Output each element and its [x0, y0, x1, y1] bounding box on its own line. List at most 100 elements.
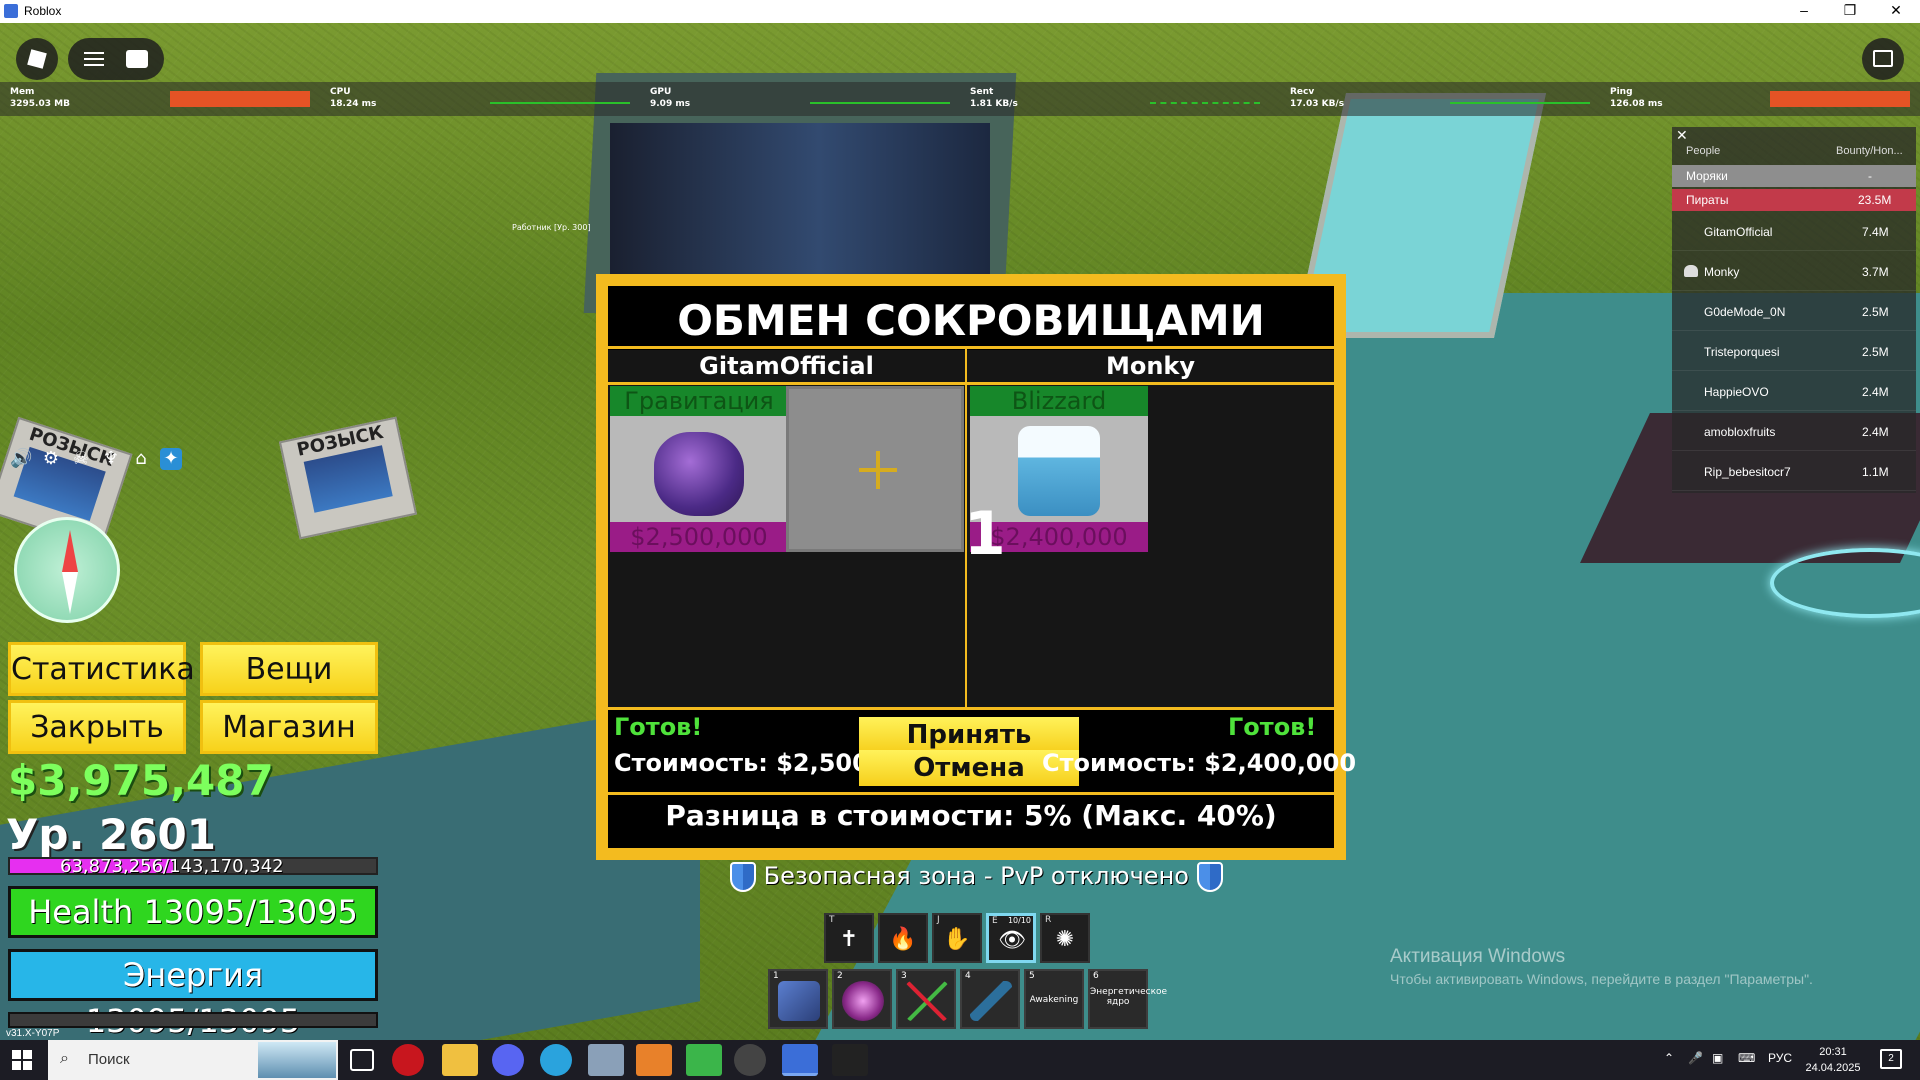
- windows-start-button[interactable]: [12, 1050, 32, 1070]
- divider: [608, 792, 1334, 795]
- hand-icon: ✋: [943, 927, 971, 952]
- version-label: v31.X-Y07P: [6, 1028, 60, 1039]
- close-button[interactable]: Закрыть: [8, 700, 186, 754]
- player-row[interactable]: HappieOVO 2.4M: [1672, 373, 1916, 411]
- network-icon[interactable]: ▣: [1712, 1051, 1723, 1065]
- player-list-header: People Bounty/Hon...: [1672, 142, 1916, 160]
- tray-chevron-icon[interactable]: ⌃: [1664, 1051, 1674, 1065]
- people-column: People: [1686, 145, 1721, 157]
- add-item-slot[interactable]: [786, 386, 964, 552]
- hamburger-icon[interactable]: [84, 52, 104, 66]
- mem-stat[interactable]: Mem 3295.03 MB: [10, 86, 70, 110]
- stats-button[interactable]: Статистика: [8, 642, 195, 696]
- app-icon[interactable]: [588, 1044, 624, 1076]
- health-bar: Health 13095/13095: [8, 886, 378, 938]
- skill-slot[interactable]: T ✝: [824, 913, 874, 963]
- taskbar-clock[interactable]: 20:31 24.04.2025: [1798, 1044, 1868, 1076]
- ping-bar: [1770, 91, 1910, 107]
- activation-text: Чтобы активировать Windows, перейдите в …: [1390, 971, 1813, 987]
- cpu-stat[interactable]: CPU 18.24 ms: [330, 86, 376, 110]
- swords-icon: [906, 981, 948, 1021]
- mem-bar: [170, 91, 310, 107]
- task-view-icon[interactable]: [350, 1049, 374, 1071]
- items-button[interactable]: Вещи: [200, 642, 378, 696]
- skill-slot[interactable]: J ✋: [932, 913, 982, 963]
- chat-icon[interactable]: [126, 50, 148, 68]
- clock-date: 24.04.2025: [1805, 1062, 1861, 1074]
- compass[interactable]: [14, 517, 120, 623]
- backpack-button[interactable]: [1862, 38, 1904, 80]
- sound-icon[interactable]: 🔊: [10, 448, 32, 470]
- level-display: Ур. 2601: [6, 810, 216, 859]
- roblox-menu-button[interactable]: [16, 38, 58, 80]
- player-row[interactable]: Monky 3.7M: [1672, 253, 1916, 291]
- recv-graph: [1450, 102, 1590, 104]
- steam-icon[interactable]: [734, 1044, 766, 1076]
- skill-slot-active[interactable]: E 10/10 👁: [986, 913, 1036, 963]
- hotbar-slot[interactable]: 4: [960, 969, 1020, 1029]
- roblox-studio-icon[interactable]: [832, 1044, 868, 1076]
- npc-name-tag: Работник [Ур. 300]: [512, 223, 591, 232]
- close-window-button[interactable]: ✕: [1873, 0, 1919, 23]
- opera-icon[interactable]: [392, 1044, 424, 1076]
- roblox-taskbar-icon[interactable]: [782, 1044, 818, 1076]
- hotbar-slot[interactable]: 3: [896, 969, 956, 1029]
- hotbar-slot[interactable]: 1: [768, 969, 828, 1029]
- friend-icon: [1684, 265, 1698, 277]
- player-row[interactable]: GitamOfficial 7.4M: [1672, 213, 1916, 251]
- crew-icon[interactable]: ☠: [70, 448, 92, 470]
- item-price: $2,500,000: [610, 522, 788, 552]
- accept-button[interactable]: Принять: [859, 717, 1079, 753]
- right-player-name: Monky: [967, 350, 1334, 382]
- menu-chat-pill: [68, 38, 164, 80]
- language-indicator[interactable]: РУС: [1768, 1051, 1792, 1065]
- shield-icon: [1196, 862, 1223, 892]
- search-placeholder: Поиск: [88, 1051, 130, 1068]
- maximize-button[interactable]: ❐: [1827, 0, 1873, 23]
- taskbar-search[interactable]: ⌕ Поиск: [48, 1040, 338, 1080]
- team-row-marines[interactable]: Моряки -: [1672, 165, 1916, 187]
- skill-slot[interactable]: 🔥: [878, 913, 928, 963]
- burst-icon: ✺: [1055, 927, 1075, 952]
- file-explorer-icon[interactable]: [442, 1044, 478, 1076]
- telegram-icon[interactable]: [540, 1044, 572, 1076]
- left-ready-status: Готов!: [614, 713, 703, 741]
- hotbar-slot[interactable]: 5 Awakening: [1024, 969, 1084, 1029]
- value-difference: Разница в стоимости: 5% (Макс. 40%): [665, 799, 1277, 832]
- hotbar-slot[interactable]: 6 Энергетическое ядро: [1088, 969, 1167, 1029]
- fruit-item-icon: [778, 981, 820, 1021]
- gift-icon[interactable]: ✦: [160, 448, 182, 470]
- divider: [608, 346, 1334, 349]
- skill-slot[interactable]: R ✺: [1040, 913, 1090, 963]
- titles-icon[interactable]: ♆: [100, 448, 122, 470]
- notification-center-icon[interactable]: 2: [1880, 1049, 1902, 1069]
- sword-icon: ✝: [839, 927, 859, 952]
- player-row[interactable]: Tristeporquesi 2.5M: [1672, 333, 1916, 371]
- item-name: Гравитация: [610, 386, 788, 416]
- staff-icon: [970, 981, 1012, 1021]
- keyboard-icon[interactable]: ⌨: [1738, 1051, 1755, 1065]
- minecraft-icon[interactable]: [686, 1044, 722, 1076]
- player-row[interactable]: Rip_bebesitocr7 1.1M: [1672, 453, 1916, 491]
- player-row[interactable]: G0deMode_0N 2.5M: [1672, 293, 1916, 331]
- compass-needle-south: [62, 572, 78, 614]
- player-list: ✕ People Bounty/Hon... Моряки - Пираты 2…: [1672, 127, 1916, 493]
- player-row[interactable]: amobloxfruits 2.4M: [1672, 413, 1916, 451]
- sent-stat[interactable]: Sent 1.81 KB/s: [970, 86, 1018, 110]
- settings-icon[interactable]: ⚙: [40, 448, 62, 470]
- left-offer-slot[interactable]: Гравитация $2,500,000: [610, 386, 788, 552]
- home-icon[interactable]: ⌂: [130, 448, 152, 470]
- minimize-button[interactable]: –: [1781, 0, 1827, 23]
- recv-stat[interactable]: Recv 17.03 KB/s: [1290, 86, 1344, 110]
- microphone-icon[interactable]: 🎤: [1688, 1051, 1703, 1065]
- sublime-icon[interactable]: [636, 1044, 672, 1076]
- plus-icon: [859, 451, 897, 489]
- energy-bar: Энергия 13095/13095: [8, 949, 378, 1040]
- gpu-stat[interactable]: GPU 9.09 ms: [650, 86, 690, 110]
- sent-graph: [1150, 102, 1260, 104]
- hotbar-slot[interactable]: 2: [832, 969, 892, 1029]
- team-row-pirates[interactable]: Пираты 23.5M: [1672, 189, 1916, 211]
- ping-stat[interactable]: Ping 126.08 ms: [1610, 86, 1663, 110]
- shop-button[interactable]: Магазин: [200, 700, 378, 754]
- discord-icon[interactable]: [492, 1044, 524, 1076]
